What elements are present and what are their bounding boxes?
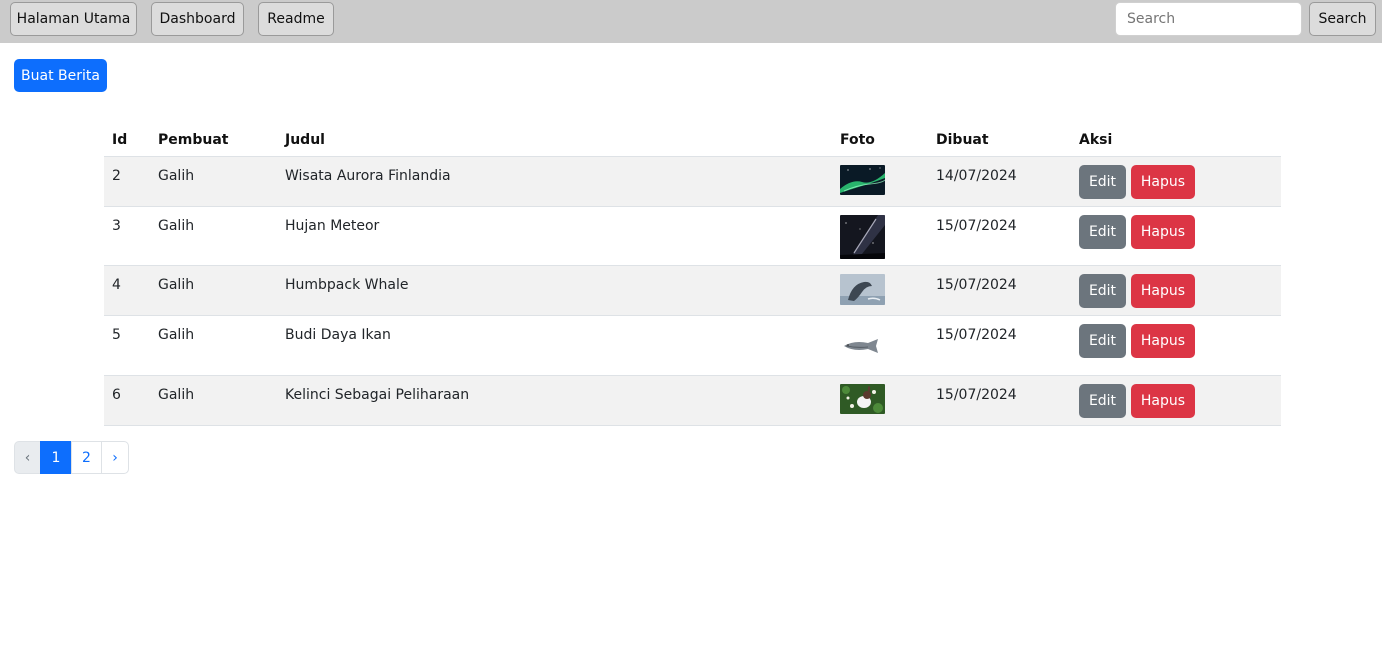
delete-button[interactable]: Hapus	[1131, 215, 1195, 249]
whale-photo	[840, 274, 885, 305]
cell-id: 5	[112, 327, 121, 343]
cell-date: 15/07/2024	[936, 218, 1017, 234]
pagination-page-2[interactable]: 2	[71, 441, 102, 474]
cell-date: 15/07/2024	[936, 387, 1017, 403]
delete-button[interactable]: Hapus	[1131, 384, 1195, 418]
fish-photo	[840, 324, 885, 368]
cell-title: Wisata Aurora Finlandia	[285, 168, 451, 184]
edit-button[interactable]: Edit	[1079, 324, 1126, 358]
search-input[interactable]	[1115, 2, 1302, 36]
pagination-prev-button[interactable]: ‹	[14, 441, 41, 474]
edit-button[interactable]: Edit	[1079, 384, 1126, 418]
delete-button[interactable]: Hapus	[1131, 274, 1195, 308]
pagination-page-1[interactable]: 1	[40, 441, 72, 474]
pagination: ‹ 1 2 ›	[14, 441, 129, 474]
table-row: 4 Galih Humbpack Whale 15/07/2024 Edit H…	[104, 266, 1281, 316]
pagination-next-button[interactable]: ›	[101, 441, 129, 474]
create-news-button[interactable]: Buat Berita	[14, 59, 107, 92]
delete-button[interactable]: Hapus	[1131, 165, 1195, 199]
edit-button[interactable]: Edit	[1079, 165, 1126, 199]
aurora-photo	[840, 165, 885, 195]
nav-halaman-utama-button[interactable]: Halaman Utama	[10, 2, 137, 36]
cell-author: Galih	[158, 168, 195, 184]
cell-author: Galih	[158, 327, 195, 343]
cell-author: Galih	[158, 387, 195, 403]
nav-readme-button[interactable]: Readme	[258, 2, 334, 36]
column-header-author: Pembuat	[158, 132, 229, 148]
edit-button[interactable]: Edit	[1079, 274, 1126, 308]
navbar: Halaman Utama Dashboard Readme Search	[0, 0, 1382, 43]
cell-date: 14/07/2024	[936, 168, 1017, 184]
cell-author: Galih	[158, 277, 195, 293]
nav-dashboard-button[interactable]: Dashboard	[151, 2, 244, 36]
cell-title: Hujan Meteor	[285, 218, 380, 234]
table-row: 5 Galih Budi Daya Ikan 15/07/2024 Edit H…	[104, 316, 1281, 376]
meteor-photo	[840, 215, 885, 259]
column-header-date: Dibuat	[936, 132, 989, 148]
cell-author: Galih	[158, 218, 195, 234]
cell-date: 15/07/2024	[936, 327, 1017, 343]
column-header-title: Judul	[285, 132, 325, 148]
column-header-id: Id	[112, 132, 128, 148]
table-row: 6 Galih Kelinci Sebagai Peliharaan 15/07…	[104, 376, 1281, 426]
table-row: 2 Galih Wisata Aurora Finlandia 14/07/20…	[104, 157, 1281, 207]
table-row: 3 Galih Hujan Meteor 15/07/2024 Edit Hap…	[104, 207, 1281, 266]
cell-id: 3	[112, 218, 121, 234]
column-header-actions: Aksi	[1079, 132, 1113, 148]
delete-button[interactable]: Hapus	[1131, 324, 1195, 358]
cell-id: 6	[112, 387, 121, 403]
rabbit-photo	[840, 384, 885, 414]
table-header: Id Pembuat Judul Foto Dibuat Aksi	[104, 122, 1281, 157]
cell-date: 15/07/2024	[936, 277, 1017, 293]
cell-id: 2	[112, 168, 121, 184]
edit-button[interactable]: Edit	[1079, 215, 1126, 249]
cell-id: 4	[112, 277, 121, 293]
cell-title: Humbpack Whale	[285, 277, 409, 293]
cell-title: Budi Daya Ikan	[285, 327, 391, 343]
cell-title: Kelinci Sebagai Peliharaan	[285, 387, 470, 403]
news-table: Id Pembuat Judul Foto Dibuat Aksi 2 Gali…	[104, 122, 1281, 426]
column-header-photo: Foto	[840, 132, 875, 148]
search-button[interactable]: Search	[1309, 2, 1376, 36]
